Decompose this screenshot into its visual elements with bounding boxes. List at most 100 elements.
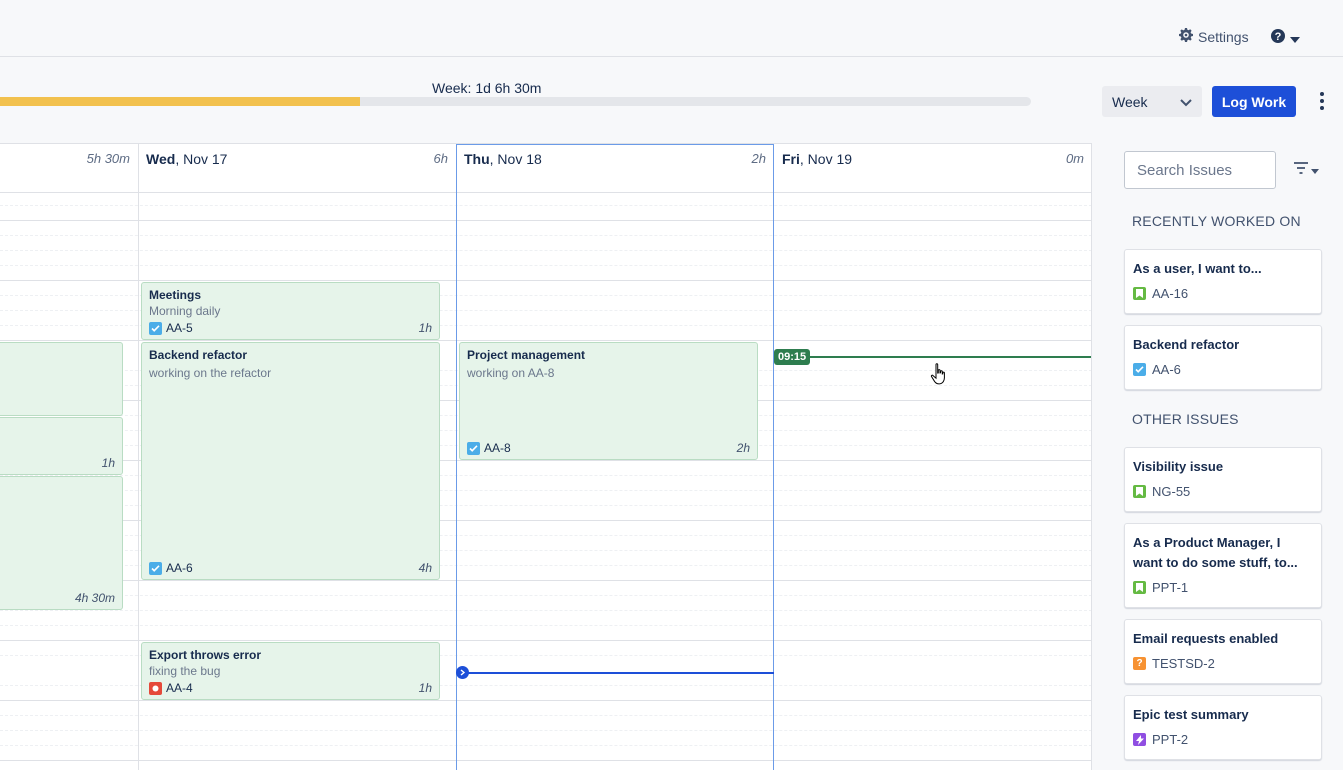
- worklog-event[interactable]: Backend refactor working on the refactor…: [141, 342, 440, 580]
- quarter-line: [0, 595, 1091, 596]
- other-issues-heading: OTHER ISSUES: [1132, 411, 1239, 427]
- day-total: 5h 30m: [86, 151, 130, 166]
- issues-sidebar: RECENTLY WORKED ON As a user, I want to.…: [1092, 143, 1343, 770]
- column-divider: [138, 144, 139, 770]
- chevron-down-icon: [1311, 161, 1319, 177]
- issue-card-key: PPT-2: [1133, 732, 1313, 747]
- event-duration: 1h: [418, 321, 432, 335]
- issue-card-title: Epic test summary: [1133, 707, 1249, 722]
- day-header-fri: Fri, Nov 19 0m: [774, 144, 1091, 193]
- question-icon: ?: [1133, 657, 1146, 670]
- hour-line: [0, 640, 1091, 641]
- worklog-event[interactable]: 1h: [0, 417, 123, 475]
- worklog-event[interactable]: [0, 342, 123, 416]
- task-icon: [467, 441, 480, 455]
- day-total: 0m: [1065, 151, 1084, 166]
- event-description: Morning daily: [149, 304, 221, 318]
- quarter-line: [0, 625, 1091, 626]
- week-progress-bar: [0, 97, 1031, 106]
- issue-card-key: NG-55: [1133, 484, 1313, 499]
- chevron-down-icon: [1290, 30, 1300, 46]
- view-select[interactable]: Week: [1102, 86, 1202, 117]
- drag-indicator-line: [462, 672, 774, 674]
- hour-line: [0, 760, 1091, 761]
- day-header-label: Wed, Nov 17: [146, 151, 228, 167]
- search-issues-input[interactable]: [1124, 151, 1276, 189]
- help-menu-button[interactable]: ?: [1270, 28, 1300, 47]
- bug-icon: [149, 681, 162, 695]
- event-duration: 1h: [418, 681, 432, 695]
- hand-cursor-icon: [929, 362, 949, 389]
- calendar-grid: 5h 30m Wed, Nov 17 6h Thu, Nov 18 2h Fri…: [0, 143, 1092, 770]
- issue-card[interactable]: Visibility issue NG-55: [1124, 447, 1322, 512]
- issue-card[interactable]: Epic test summary PPT-2: [1124, 695, 1322, 760]
- recently-worked-on-heading: RECENTLY WORKED ON: [1132, 213, 1301, 229]
- help-icon: ?: [1270, 28, 1286, 47]
- day-header-wed: Wed, Nov 17 6h: [138, 144, 456, 193]
- more-options-icon[interactable]: [1314, 88, 1330, 114]
- hour-line: [0, 580, 1091, 581]
- day-total: 6h: [433, 151, 448, 166]
- top-bar: Settings ?: [0, 0, 1343, 57]
- event-description: working on the refactor: [149, 366, 272, 380]
- quarter-line: [0, 235, 1091, 236]
- hour-line: [0, 700, 1091, 701]
- event-issue-key: AA-4: [149, 681, 193, 695]
- event-title: Backend refactor: [149, 348, 248, 362]
- event-title: Export throws error: [149, 648, 262, 662]
- task-icon: [149, 321, 162, 335]
- quarter-line: [0, 265, 1091, 266]
- worklog-event[interactable]: Export throws error fixing the bug AA-4 …: [141, 642, 440, 700]
- chevron-right-icon[interactable]: [456, 666, 469, 679]
- settings-button[interactable]: Settings: [1178, 27, 1249, 46]
- day-header-label: Thu, Nov 18: [464, 151, 542, 167]
- issue-card-title: As a user, I want to...: [1133, 261, 1262, 276]
- current-time-line: [810, 356, 1091, 358]
- event-description: fixing the bug: [149, 664, 221, 678]
- worklog-event[interactable]: Project management working on AA-8 AA-8 …: [459, 342, 758, 460]
- view-select-value: Week: [1112, 93, 1148, 110]
- issue-card[interactable]: Email requests enabled ? TESTSD-2: [1124, 619, 1322, 684]
- chevron-down-icon: [1180, 94, 1192, 110]
- issue-card-key: PPT-1: [1133, 580, 1313, 595]
- gear-icon: [1178, 27, 1194, 46]
- worklog-event[interactable]: 4h 30m: [0, 476, 123, 610]
- quarter-line: [0, 730, 1091, 731]
- hour-line: [0, 340, 1091, 341]
- event-title: Project management: [467, 348, 586, 362]
- story-icon: [1133, 485, 1146, 498]
- week-progress-fill: [0, 97, 360, 106]
- issue-card-title: As a Product Manager, I want to do some …: [1133, 535, 1298, 570]
- column-divider: [773, 144, 774, 770]
- filter-button[interactable]: [1294, 161, 1319, 177]
- filter-icon: [1294, 161, 1308, 177]
- story-icon: [1133, 581, 1146, 594]
- settings-label: Settings: [1198, 28, 1249, 45]
- quarter-line: [0, 610, 1091, 611]
- event-title: Meetings: [149, 288, 202, 302]
- issue-card-title: Email requests enabled: [1133, 631, 1279, 646]
- event-issue-key: AA-8: [467, 441, 511, 455]
- task-icon: [1133, 363, 1146, 376]
- event-duration: 1h: [101, 456, 115, 470]
- current-time-badge: 09:15: [774, 349, 811, 365]
- issue-card[interactable]: Backend refactor AA-6: [1124, 325, 1322, 390]
- day-header-label: Fri, Nov 19: [782, 151, 853, 167]
- hour-line: [0, 220, 1091, 221]
- issue-card-key: AA-6: [1133, 362, 1313, 377]
- issue-card-title: Visibility issue: [1133, 459, 1224, 474]
- event-issue-key: AA-5: [149, 321, 193, 335]
- task-icon: [149, 561, 162, 575]
- issue-card-title: Backend refactor: [1133, 337, 1240, 352]
- worklog-event[interactable]: Meetings Morning daily AA-5 1h: [141, 282, 440, 340]
- story-icon: [1133, 287, 1146, 300]
- log-work-button[interactable]: Log Work: [1212, 86, 1296, 117]
- hour-line: [0, 280, 1091, 281]
- event-duration: 4h: [418, 561, 432, 575]
- event-duration: 2h: [736, 441, 750, 455]
- epic-icon: [1133, 733, 1146, 746]
- day-total: 2h: [751, 151, 766, 166]
- issue-card[interactable]: As a Product Manager, I want to do some …: [1124, 523, 1322, 608]
- issue-card[interactable]: As a user, I want to... AA-16: [1124, 249, 1322, 314]
- event-duration: 4h 30m: [74, 591, 115, 605]
